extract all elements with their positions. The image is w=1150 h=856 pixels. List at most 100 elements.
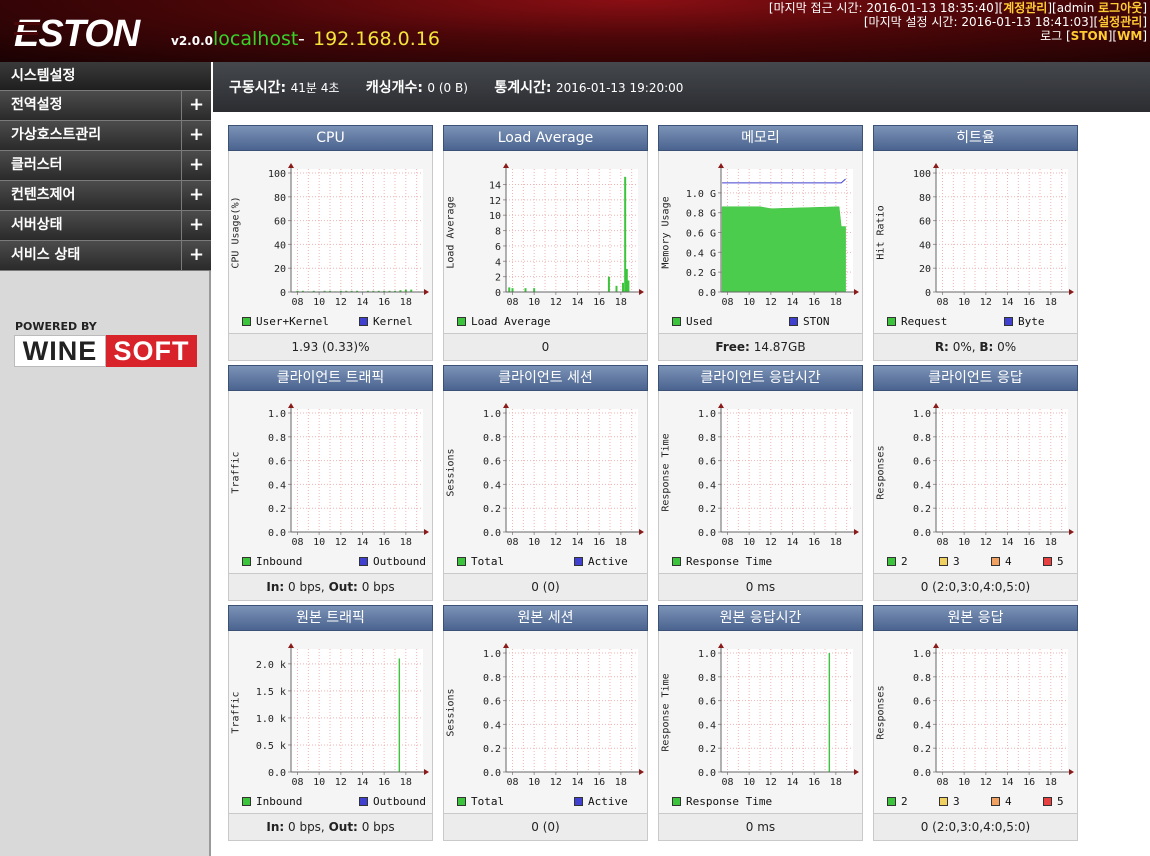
legend-item: Total bbox=[457, 555, 504, 568]
expand-plus-icon[interactable]: + bbox=[181, 241, 211, 270]
x-tick-label: 14 bbox=[1001, 537, 1013, 548]
sidebar-item-label: 전역설정 bbox=[11, 97, 63, 113]
footer-value: 0 bps bbox=[361, 580, 395, 594]
legend-swatch bbox=[672, 797, 681, 806]
y-axis-arrow-icon bbox=[288, 403, 294, 408]
x-tick-label: 16 bbox=[1023, 777, 1035, 788]
sidebar-item-virtual-host[interactable]: 가상호스트관리 + bbox=[0, 121, 211, 151]
chart-svg: 1.0 0.8 0.6 0.4 0.2 0.0 08 10 12 14 16 18 bbox=[698, 403, 859, 548]
chart-area: 14 12 10 8 6 4 2 0 08 10 12 14 16 18 Load Average Load … bbox=[443, 151, 648, 334]
x-axis-arrow-icon bbox=[1069, 529, 1074, 535]
y-tick-label: 0.8 bbox=[913, 673, 931, 684]
sidebar-item-server-status[interactable]: 서버상태 + bbox=[0, 211, 211, 241]
legend-item: Request bbox=[887, 315, 947, 328]
chart-area: 1.0 0.8 0.6 0.4 0.2 0.0 08 10 12 14 16 18 Response T… bbox=[658, 391, 863, 574]
legend-label: Response Time bbox=[686, 795, 773, 808]
y-tick-label: 0.6 bbox=[913, 697, 931, 708]
panel-title[interactable]: 원본 응답 bbox=[873, 605, 1078, 631]
panel-title[interactable]: 원본 응답시간 bbox=[658, 605, 863, 631]
chart-legend: User+Kernel Kernel bbox=[242, 315, 422, 329]
panel-title[interactable]: 히트율 bbox=[873, 125, 1078, 151]
x-tick-label: 12 bbox=[980, 537, 992, 548]
legend-label: Request bbox=[901, 315, 948, 328]
footer-value: 0 ms bbox=[745, 580, 776, 594]
panel-hit-ratio: 히트율 100 80 60 40 20 0 08 10 12 14 16 18 Hit Ratio Requ… bbox=[873, 125, 1078, 361]
footer-value: 0 (2:0,3:0,4:0,5:0) bbox=[920, 580, 1031, 594]
sidebar-item-system-settings[interactable]: 시스템설정 bbox=[0, 62, 211, 91]
legend-swatch bbox=[939, 797, 948, 806]
y-tick-label: 0.2 bbox=[483, 504, 501, 515]
panel-title[interactable]: 클라이언트 응답시간 bbox=[658, 365, 863, 391]
legend-label: Active bbox=[588, 555, 628, 568]
config-manage-link[interactable]: 설정관리 bbox=[1098, 15, 1142, 29]
y-tick-label: 20 bbox=[274, 264, 286, 275]
panel-title[interactable]: Load Average bbox=[443, 125, 648, 151]
panel-title[interactable]: 메모리 bbox=[658, 125, 863, 151]
legend-item: Inbound bbox=[242, 795, 302, 808]
x-tick-label: 16 bbox=[593, 297, 605, 308]
footer-value: 0 (2:0,3:0,4:0,5:0) bbox=[920, 820, 1031, 834]
logout-link[interactable]: 로그아웃 bbox=[1098, 1, 1142, 15]
x-tick-label: 14 bbox=[571, 297, 583, 308]
panel-title[interactable]: 클라이언트 트래픽 bbox=[228, 365, 433, 391]
panel-origin-responses: 원본 응답 1.0 0.8 0.6 0.4 0.2 0.0 08 10 12 14 16 18 Respo… bbox=[873, 605, 1078, 841]
sidebar-item-global-settings[interactable]: 전역설정 + bbox=[0, 91, 211, 121]
x-tick-label: 14 bbox=[786, 777, 798, 788]
y-tick-label: 1.0 bbox=[698, 649, 716, 660]
x-tick-label: 12 bbox=[550, 297, 562, 308]
y-tick-label: 0 bbox=[925, 288, 931, 299]
legend-item: Load Average bbox=[457, 315, 550, 328]
legend-swatch bbox=[887, 797, 896, 806]
legend-item: Byte bbox=[1004, 315, 1045, 328]
y-tick-label: 0.4 bbox=[483, 720, 501, 731]
account-manage-link[interactable]: 계정관리 bbox=[1003, 1, 1047, 15]
x-tick-label: 10 bbox=[958, 537, 970, 548]
x-tick-label: 08 bbox=[506, 777, 518, 788]
wm-log-link[interactable]: WM bbox=[1117, 29, 1142, 43]
x-tick-label: 18 bbox=[830, 297, 842, 308]
footer-value: 0 bps, bbox=[288, 580, 329, 594]
expand-plus-icon[interactable]: + bbox=[181, 151, 211, 180]
expand-plus-icon[interactable]: + bbox=[181, 91, 211, 120]
y-axis-label: Response Time bbox=[660, 433, 672, 512]
sidebar-item-cluster[interactable]: 클러스터 + bbox=[0, 151, 211, 181]
plot-background bbox=[291, 169, 423, 292]
panel-title[interactable]: 클라이언트 응답 bbox=[873, 365, 1078, 391]
chart-svg: 1.0 0.8 0.6 0.4 0.2 0.0 08 10 12 14 16 18 bbox=[913, 403, 1074, 548]
panel-title[interactable]: 원본 세션 bbox=[443, 605, 648, 631]
expand-plus-icon[interactable]: + bbox=[181, 181, 211, 210]
panel-title[interactable]: CPU bbox=[228, 125, 433, 151]
x-tick-label: 18 bbox=[830, 537, 842, 548]
y-tick-label: 0.0 bbox=[913, 768, 931, 779]
y-tick-label: 0.8 G bbox=[686, 209, 716, 220]
panel-client-response-time: 클라이언트 응답시간 1.0 0.8 0.6 0.4 0.2 0.0 08 10 12 14 16 18… bbox=[658, 365, 863, 601]
last-config-line: [마지막 설정 시간: 2016-01-13 18:41:03][설정관리] bbox=[863, 15, 1147, 29]
panel-title[interactable]: 클라이언트 세션 bbox=[443, 365, 648, 391]
sidebar-item-service-status[interactable]: 서비스 상태 + bbox=[0, 241, 211, 271]
ston-log-link[interactable]: STON bbox=[1071, 29, 1108, 43]
x-tick-label: 16 bbox=[378, 777, 390, 788]
y-tick-label: 0.5 k bbox=[256, 741, 286, 752]
x-tick-label: 16 bbox=[378, 297, 390, 308]
version-label: v2.0.0 bbox=[171, 34, 213, 48]
legend-swatch bbox=[359, 317, 368, 326]
legend-label: 2 bbox=[901, 795, 908, 808]
hostname-label: localhost bbox=[213, 28, 299, 50]
expand-plus-icon[interactable]: + bbox=[181, 121, 211, 150]
y-tick-label: 1.0 bbox=[483, 649, 501, 660]
panel-footer: 0 ms bbox=[658, 574, 863, 601]
panel-title[interactable]: 원본 트래픽 bbox=[228, 605, 433, 631]
expand-plus-icon[interactable]: + bbox=[181, 211, 211, 240]
y-tick-label: 0.6 bbox=[913, 457, 931, 468]
x-tick-label: 18 bbox=[400, 297, 412, 308]
x-tick-label: 14 bbox=[356, 297, 368, 308]
y-tick-label: 60 bbox=[274, 217, 286, 228]
y-tick-label: 0.4 bbox=[268, 480, 286, 491]
footer-value: 0 bps, bbox=[288, 820, 329, 834]
legend-swatch bbox=[672, 557, 681, 566]
y-tick-label: 100 bbox=[913, 169, 931, 180]
sidebar-item-content-control[interactable]: 컨텐츠제어 + bbox=[0, 181, 211, 211]
panel-memory: 메모리 1.0 G 0.8 G 0.6 G 0.4 G 0.2 G 0.0 08 10 12 14 1… bbox=[658, 125, 863, 361]
powered-by-label: POWERED BY bbox=[15, 320, 97, 333]
log-links-line: 로그 [STON][WM] bbox=[1040, 29, 1147, 43]
